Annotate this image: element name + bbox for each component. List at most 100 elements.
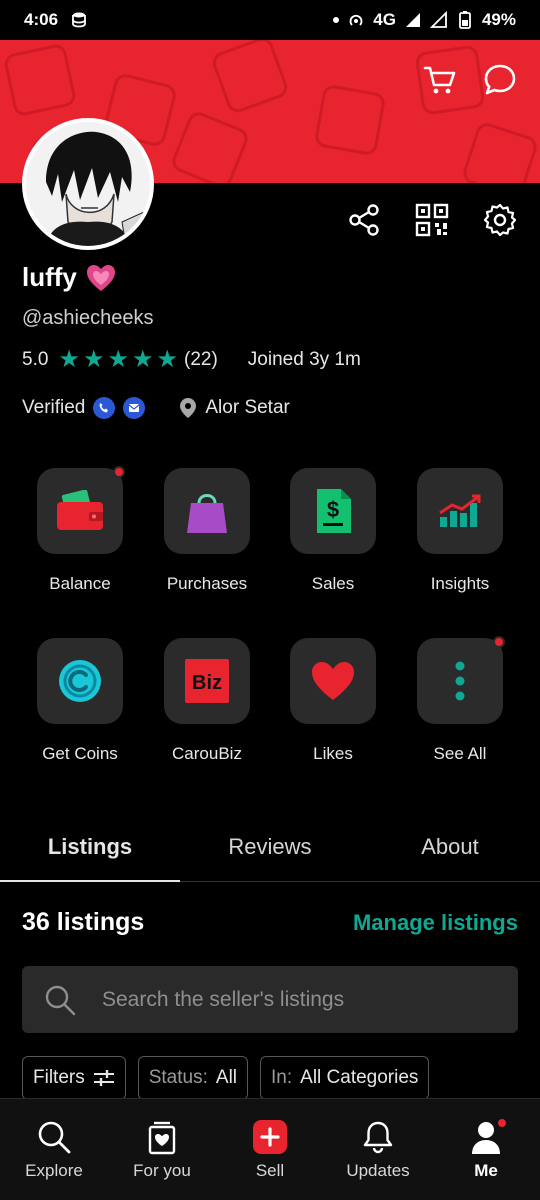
category-value: All Categories (300, 1067, 419, 1088)
shopping-bag-icon (187, 494, 227, 533)
shortcut-insights[interactable]: Insights (395, 468, 525, 594)
filter-chips: Filters Status: All In: All Categories (22, 1056, 430, 1100)
shortcut-tile (417, 468, 503, 554)
qr-code-icon (415, 203, 449, 237)
search-placeholder: Search the seller's listings (102, 987, 345, 1011)
coin-icon (59, 660, 101, 702)
shortcut-see-all[interactable]: See All (395, 636, 525, 764)
bell-icon (363, 1121, 393, 1153)
rating-value: 5.0 (22, 349, 49, 370)
shortcut-tile (37, 638, 123, 724)
category-prefix: In: (271, 1067, 293, 1088)
shortcut-label: Sales (311, 574, 355, 593)
nav-label: Sell (255, 1160, 285, 1180)
chat-icon (484, 64, 516, 95)
bottom-nav: Explore For you Sell Updates Me (0, 1098, 540, 1200)
network-type: 4G (373, 10, 396, 29)
shortcut-purchases[interactable]: Purchases (142, 468, 272, 594)
shortcut-get-coins[interactable]: Get Coins (15, 638, 145, 764)
chat-button[interactable] (482, 62, 518, 98)
email-verified-icon (123, 397, 146, 419)
listings-header: 36 listings Manage listings (22, 908, 518, 937)
battery-icon (459, 11, 471, 29)
plus-icon (253, 1119, 287, 1154)
data-saver-icon (72, 12, 86, 28)
nav-label: Updates (346, 1160, 410, 1180)
svg-text:Biz: Biz (192, 672, 222, 694)
badge-dot (113, 466, 125, 478)
qr-code-button[interactable] (414, 202, 450, 238)
review-count: (22) (184, 349, 218, 370)
star-icon: ★ (58, 346, 80, 373)
shortcut-tile (164, 468, 250, 554)
tab-about[interactable]: About (360, 812, 540, 881)
manage-listings-link[interactable]: Manage listings (353, 910, 518, 936)
star-icon: ★ (107, 346, 129, 373)
rating-stars: ★ ★ ★ ★ ★ (58, 348, 178, 372)
chart-growth-icon (439, 494, 481, 527)
badge-dot (493, 636, 505, 648)
hotspot-icon (349, 14, 363, 26)
shortcut-label: Purchases (166, 574, 248, 593)
listings-count: 36 listings (22, 908, 145, 936)
nav-sell[interactable]: Sell (216, 1099, 324, 1200)
share-button[interactable] (346, 202, 382, 238)
search-icon (45, 985, 76, 1015)
shortcut-label: Balance (49, 574, 111, 593)
nav-for-you[interactable]: For you (108, 1099, 216, 1200)
shortcut-caroubiz[interactable]: Biz CarouBiz (142, 638, 272, 764)
star-icon: ★ (82, 346, 105, 373)
shortcut-tile: Biz (164, 638, 250, 724)
star-icon: ★ (156, 346, 178, 373)
shortcut-label: CarouBiz (172, 744, 242, 763)
star-icon: ★ (131, 346, 154, 373)
tab-reviews[interactable]: Reviews (180, 812, 360, 881)
nav-me[interactable]: Me (432, 1099, 540, 1200)
profile-tabs: Listings Reviews About (0, 812, 540, 882)
nav-label: For you (133, 1160, 191, 1180)
signal-icon (405, 13, 420, 27)
status-value: All (215, 1067, 238, 1088)
filters-button[interactable]: Filters (22, 1056, 126, 1100)
verified-label: Verified (22, 397, 86, 418)
shortcut-label: Get Coins (42, 744, 118, 763)
avatar[interactable] (22, 118, 154, 250)
battery-level: 49% (481, 10, 516, 29)
nav-label: Explore (25, 1160, 83, 1180)
location: Alor Setar (179, 397, 290, 419)
shortcut-tile (37, 466, 125, 554)
shortcut-label: Likes (313, 744, 353, 763)
shortcut-balance[interactable]: Balance (15, 466, 145, 594)
cart-icon (423, 66, 456, 94)
shortcut-label: See All (433, 744, 487, 763)
wallet-icon (57, 490, 103, 530)
heart-icon (312, 662, 354, 700)
status-time: 4:06 (24, 10, 59, 29)
rating-row[interactable]: 5.0 ★ ★ ★ ★ ★ (22) Joined 3y 1m (22, 348, 361, 372)
profile-name-row: luffy (22, 262, 117, 293)
shortcut-tile: $ (290, 468, 376, 554)
category-filter[interactable]: In: All Categories (260, 1056, 430, 1100)
location-pin-icon (180, 398, 197, 418)
profile-name: luffy (22, 262, 77, 292)
settings-icon (483, 203, 517, 237)
location-label: Alor Setar (205, 397, 290, 418)
tab-listings[interactable]: Listings (0, 812, 180, 882)
shortcut-label: Insights (430, 574, 490, 593)
settings-button[interactable] (482, 202, 518, 238)
more-vertical-icon (455, 661, 465, 701)
verified-row: Verified Alor Setar (22, 397, 290, 419)
listings-search-input[interactable]: Search the seller's listings (22, 966, 518, 1033)
sliders-icon (93, 1070, 114, 1086)
svg-text:$: $ (327, 497, 339, 522)
search-icon (38, 1121, 71, 1153)
status-prefix: Status: (148, 1067, 208, 1088)
shortcut-likes[interactable]: Likes (268, 638, 398, 764)
filters-label: Filters (33, 1067, 85, 1088)
cart-button[interactable] (422, 62, 458, 98)
nav-updates[interactable]: Updates (324, 1099, 432, 1200)
share-icon (349, 204, 379, 236)
shortcut-sales[interactable]: $ Sales (268, 468, 398, 594)
status-filter[interactable]: Status: All (137, 1056, 249, 1100)
nav-explore[interactable]: Explore (0, 1099, 108, 1200)
